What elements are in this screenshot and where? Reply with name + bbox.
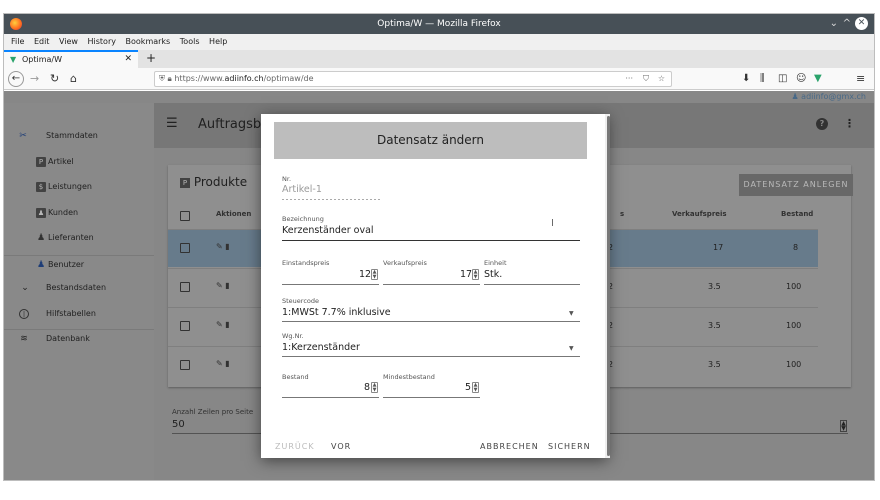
tab-title: Optima/W [22,55,63,64]
minimize-button[interactable]: ⌄ [830,17,838,31]
wgnr-dropdown-icon[interactable]: ▼ [569,345,574,352]
einstandspreis-field[interactable]: 12 [359,269,371,280]
extension-icon[interactable]: ▼ [814,71,822,87]
title-bar: Optima/W — Mozilla Firefox ⌄ ^ ✕ [4,14,874,34]
wgnr-underline [282,356,580,357]
bestand-label: Bestand [282,373,309,381]
reload-button[interactable]: ↻ [50,71,59,87]
dialog-title: Datensatz ändern [274,122,587,159]
verkaufspreis-label: Verkaufspreis [383,259,427,267]
tab-optimaw[interactable]: ▼ Optima/W ✕ [4,50,138,68]
bookmark-star-icon[interactable]: ☆ [658,72,665,86]
hamburger-menu-icon[interactable]: ≡ [856,71,865,87]
menu-edit[interactable]: Edit [34,37,50,46]
steuercode-label: Steuercode [282,297,319,305]
back-dialog-button[interactable]: ZURÜCK [275,442,315,451]
menu-file[interactable]: File [11,37,24,46]
einheit-field[interactable]: Stk. [484,269,502,280]
bezeichnung-field[interactable]: Kerzenständer oval [282,225,374,236]
mindestbestand-field[interactable]: 5 [465,382,471,393]
menu-view[interactable]: View [59,37,78,46]
url-host: adiinfo.ch [224,74,264,83]
wgnr-select[interactable]: 1:Kerzenständer [282,342,360,353]
url-bar[interactable]: ⛨ 🔒︎ https://www.adiinfo.ch/optimaw/de ·… [154,71,672,87]
new-tab-button[interactable]: + [146,50,156,66]
nr-label: Nr. [282,175,292,183]
account-icon[interactable]: ☺ [796,71,806,87]
bestand-underline [282,397,379,398]
cancel-button[interactable]: ABBRECHEN [480,442,539,451]
text-cursor-icon: I [551,218,554,229]
sidebar-icon[interactable]: ◫ [778,71,787,87]
nr-field: Artikel-1 [282,184,322,195]
navigation-bar: ← → ↻ ⌂ ⛨ 🔒︎ https://www.adiinfo.ch/opti… [4,68,874,90]
optimaw-favicon-icon: ▼ [10,55,17,64]
pocket-icon[interactable]: ⛉ [643,72,649,86]
library-icon[interactable]: ⫼ [760,71,765,87]
wgnr-label: Wg.Nr. [282,332,304,340]
einstandspreis-spinner[interactable]: ▲ ▼ [371,269,378,280]
close-window-button[interactable]: ✕ [855,17,868,30]
tab-close-button[interactable]: ✕ [124,52,132,67]
steuercode-underline [282,321,580,322]
save-button[interactable]: SICHERN [548,442,591,451]
menu-tools[interactable]: Tools [180,37,200,46]
window-title: Optima/W — Mozilla Firefox [377,19,501,29]
menu-help[interactable]: Help [209,37,227,46]
menu-bar: File Edit View History Bookmarks Tools H… [4,34,874,50]
einstandspreis-underline [282,284,379,285]
mindestbestand-label: Mindestbestand [383,373,435,381]
back-button[interactable]: ← [8,71,24,87]
next-button[interactable]: VOR [331,442,351,451]
steuercode-dropdown-icon[interactable]: ▼ [569,310,574,317]
url-path: /optimaw/de [263,74,314,83]
home-button[interactable]: ⌂ [70,71,77,87]
verkaufspreis-underline [383,284,480,285]
mindestbestand-underline [383,397,480,398]
bestand-spinner[interactable]: ▲ ▼ [371,382,378,393]
download-icon[interactable]: ⬇ [742,71,750,87]
nr-underline [282,199,382,200]
menu-bookmarks[interactable]: Bookmarks [126,37,171,46]
einheit-underline [484,284,580,285]
url-prefix: https://www. [174,74,225,83]
shield-icon: ⛨ [159,74,168,83]
browser-window: Optima/W — Mozilla Firefox ⌄ ^ ✕ File Ed… [4,14,874,480]
maximize-button[interactable]: ^ [843,17,851,31]
bestand-field[interactable]: 8 [364,382,370,393]
einstandspreis-label: Einstandspreis [282,259,330,267]
steuercode-select[interactable]: 1:MWSt 7.7% inklusive [282,307,391,318]
verkaufspreis-spinner[interactable]: ▲ ▼ [472,269,479,280]
verkaufspreis-field[interactable]: 17 [460,269,472,280]
dialog-scrollbar-thumb[interactable] [607,116,610,456]
mindestbestand-spinner[interactable]: ▲ ▼ [472,382,479,393]
menu-history[interactable]: History [88,37,116,46]
bezeichnung-underline [282,240,580,241]
edit-record-dialog: Datensatz ändern Nr. Artikel-1 Bezeichnu… [261,114,610,458]
bezeichnung-label: Bezeichnung [282,215,324,223]
page-actions-button[interactable]: ··· [625,72,633,86]
einheit-label: Einheit [484,259,507,267]
firefox-logo-icon [10,18,22,30]
tab-bar: ▼ Optima/W ✕ + [4,50,874,68]
forward-button[interactable]: → [30,71,39,87]
